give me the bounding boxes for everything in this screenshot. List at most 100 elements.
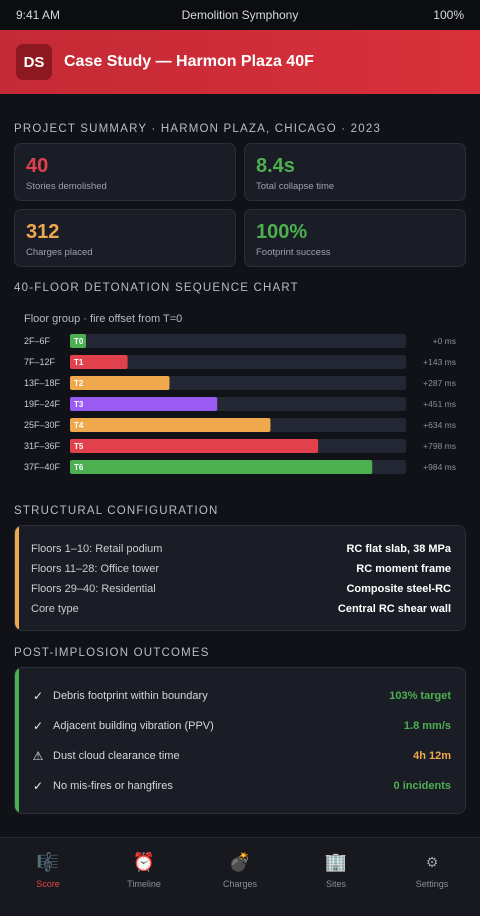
outcomes-card: ✓ Debris footprint within boundary 103% t… [14, 667, 466, 814]
bomb-icon: 💣 [228, 852, 252, 872]
chart-value-label: +798 ms [423, 441, 456, 451]
chart-value-label: +143 ms [423, 357, 456, 367]
building-icon: 🏢 [324, 852, 348, 872]
structure-title: STRUCTURAL CONFIGURATION [14, 505, 219, 517]
nav-label: Sites [325, 879, 346, 889]
structure-row: Floors 11–28: Office tower RC moment fra… [31, 563, 451, 575]
chart-bar-tag: T6 [74, 463, 84, 472]
nav-score[interactable]: 🎼 Score [0, 838, 96, 916]
chart-bar-tag: T0 [74, 337, 84, 346]
nav-timeline[interactable]: ⏰ Timeline [96, 838, 192, 916]
outcome-value: 103% target [389, 690, 451, 702]
page-header: DS Case Study — Harmon Plaza 40F [0, 30, 480, 94]
structure-value: Composite steel-RC [346, 583, 451, 595]
app-badge[interactable]: DS [16, 44, 52, 80]
stat-collapse-time: 8.4s Total collapse time [244, 143, 466, 201]
alarm-clock-icon: ⏰ [132, 852, 156, 872]
chart-bar-track [70, 334, 406, 348]
outcome-label: Adjacent building vibration (PPV) [53, 720, 214, 732]
outcome-label: Debris footprint within boundary [53, 690, 208, 702]
chart-category-label: 2F–6F [24, 336, 51, 346]
chart-bar-tag: T3 [74, 400, 84, 409]
outcome-row: ✓ Debris footprint within boundary 103% t… [31, 689, 451, 703]
outcome-value: 0 incidents [393, 780, 451, 792]
structure-row: Core type Central RC shear wall [31, 603, 451, 615]
chart-bar-tag: T5 [74, 442, 84, 451]
stat-value: 312 [26, 221, 60, 243]
chart-bar [70, 376, 170, 390]
chart-bar [70, 397, 218, 411]
chart-value-label: +0 ms [433, 336, 456, 346]
page-title: Case Study — Harmon Plaza 40F [64, 53, 314, 70]
chart-category-label: 31F–36F [24, 441, 61, 451]
chart-value-label: +451 ms [423, 399, 456, 409]
structure-row: Floors 1–10: Retail podium RC flat slab,… [31, 543, 451, 555]
structure-value: RC moment frame [356, 563, 451, 575]
stat-value: 8.4s [256, 155, 295, 177]
chart-bar [70, 439, 319, 453]
chart-category-label: 25F–30F [24, 420, 61, 430]
chart-value-label: +634 ms [423, 420, 456, 430]
sequence-title: 40-FLOOR DETONATION SEQUENCE CHART [14, 282, 299, 294]
summary-stats: 40 Stories demolished 8.4s Total collaps… [14, 143, 466, 267]
gear-icon: ⚙ [425, 854, 439, 870]
structure-value: Central RC shear wall [337, 603, 451, 615]
structure-card: Floors 1–10: Retail podium RC flat slab,… [14, 525, 466, 631]
chart-category-label: 37F–40F [24, 462, 61, 472]
outcome-row: ✓ No mis-fires or hangfires 0 incidents [31, 779, 451, 793]
chart-value-label: +287 ms [423, 378, 456, 388]
chart-bar-tag: T4 [74, 421, 84, 430]
warning-icon: ⚠ [32, 749, 44, 763]
nav-settings[interactable]: ⚙ Settings [384, 838, 480, 916]
stat-label: Charges placed [26, 247, 93, 258]
status-bar: 9:41 AM Demolition Symphony 100% [0, 0, 480, 30]
bottom-nav: 🎼 Score ⏰ Timeline 💣 Charges 🏢 Sites ⚙ S… [0, 837, 480, 916]
stat-label: Total collapse time [256, 181, 335, 192]
status-time: 9:41 AM [16, 8, 61, 22]
check-icon: ✓ [32, 689, 44, 703]
stat-charges: 312 Charges placed [14, 209, 236, 267]
structure-key: Core type [31, 603, 79, 615]
nav-charges[interactable]: 💣 Charges [192, 838, 288, 916]
nav-label: Settings [415, 879, 449, 889]
musical-score-icon: 🎼 [36, 852, 60, 872]
structure-key: Floors 11–28: Office tower [31, 563, 159, 575]
stat-label: Stories demolished [26, 181, 107, 192]
nav-label: Timeline [127, 879, 161, 889]
stat-value: 100% [256, 221, 308, 243]
outcome-value: 4h 12m [413, 750, 451, 762]
summary-title: PROJECT SUMMARY · HARMON PLAZA, CHICAGO … [14, 123, 382, 135]
structure-accent-bar [15, 526, 19, 630]
outcomes-accent-bar [15, 668, 19, 813]
nav-label: Score [36, 879, 60, 889]
chart-category-label: 13F–18F [24, 378, 61, 388]
structure-row: Floors 29–40: Residential Composite stee… [31, 583, 451, 595]
detonation-chart: Floor group · fire offset from T=0 2F–6F… [14, 306, 466, 482]
outcome-label: No mis-fires or hangfires [53, 780, 173, 792]
detonation-chart-svg: 2F–6F T0 +0 ms 7F–12F T1 +143 ms 13F–18F T2 +287… [24, 334, 456, 474]
status-battery: 100% [433, 8, 464, 22]
nav-label: Charges [222, 879, 258, 889]
outcome-row: ✓ Adjacent building vibration (PPV) 1.8 m… [31, 719, 451, 733]
chart-bar [70, 418, 271, 432]
stat-footprint: 100% Footprint success [244, 209, 466, 267]
chart-bar-tag: T2 [74, 379, 84, 388]
structure-value: RC flat slab, 38 MPa [346, 543, 451, 555]
status-app-name: Demolition Symphony [181, 8, 299, 22]
outcome-row: ⚠ Dust cloud clearance time 4h 12m [31, 749, 451, 763]
stat-stories: 40 Stories demolished [14, 143, 236, 201]
stat-value: 40 [26, 155, 49, 177]
chart-bar [70, 460, 373, 474]
chart-category-label: 7F–12F [24, 357, 56, 367]
stat-label: Footprint success [256, 247, 331, 258]
outcomes-title: POST-IMPLOSION OUTCOMES [14, 647, 210, 659]
chart-bar-tag: T1 [74, 358, 84, 367]
chart-category-label: 19F–24F [24, 399, 61, 409]
structure-key: Floors 29–40: Residential [31, 583, 156, 595]
chart-value-label: +984 ms [423, 462, 456, 472]
check-icon: ✓ [32, 719, 44, 733]
outcome-value: 1.8 mm/s [403, 720, 451, 732]
nav-sites[interactable]: 🏢 Sites [288, 838, 384, 916]
structure-key: Floors 1–10: Retail podium [31, 543, 163, 555]
check-icon: ✓ [32, 779, 44, 793]
